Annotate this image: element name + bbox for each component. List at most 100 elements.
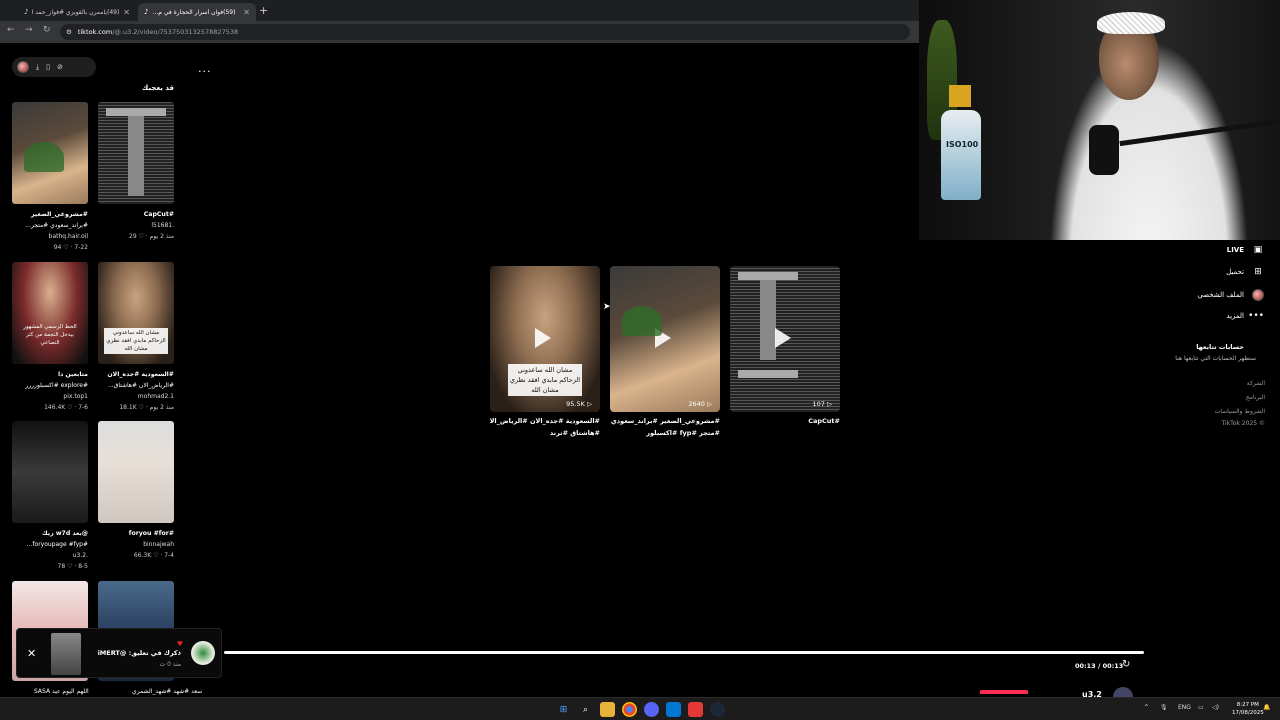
grid-video-item[interactable]: مشان الله ساعدوني الزحاكم مابدي افقد نظر… [98, 262, 174, 413]
protein-tub-shape [941, 110, 981, 200]
grid-video-item[interactable]: @بعد w7d ريك #foryoupage #fyp... u3.2. 7… [12, 421, 88, 572]
video-caption: #CapCut [143, 211, 174, 218]
play-icon[interactable] [775, 328, 791, 348]
download-icon[interactable]: ⤓ [36, 63, 39, 72]
video-caption-line2: #متجر #fyp #اكسبلور [646, 429, 720, 437]
sidebar-item-more[interactable]: ••• المزيد [1226, 311, 1264, 321]
video-username[interactable]: bathq.hair.oil [12, 231, 88, 242]
close-tab-icon[interactable]: ✕ [243, 8, 250, 17]
video-caption-line2: #هاشتاق #ترند [549, 429, 600, 437]
notification-bell-icon[interactable]: 🔔 [1263, 704, 1270, 711]
video-thumbnail[interactable]: الخط الرسمي المشهور بيدخل النجمة من كثر … [12, 262, 88, 364]
video-username[interactable]: l51681. [98, 220, 174, 231]
video-thumbnail[interactable]: 2640 ▷ [610, 266, 720, 412]
grid-video-item[interactable]: #foryou #for binnajwah 66.3K ♡ · 7-4 [98, 421, 174, 561]
end-screen-video-card[interactable]: 107 ▷ #CapCut [730, 266, 840, 427]
sidebar-item-upload[interactable]: ⊞ تحميل [1226, 267, 1264, 277]
network-icon[interactable]: ▭ [1198, 704, 1204, 711]
protein-tub-label: ISO100 [946, 140, 979, 149]
video-caption: #السعودية #جده_الان [107, 371, 174, 378]
end-screen-video-card[interactable]: 2640 ▷ #مشروعي_الصغير #براند_سعودي #متجر… [610, 266, 720, 439]
video-thumbnail[interactable] [98, 421, 174, 523]
browser-tab[interactable]: ♪ (49)ياممرن بالقويزي #فواز_حمد ا... ✕ [18, 3, 136, 21]
video-caption: #مشروعي_الصغير #براند_سعودي [610, 417, 720, 425]
notification-text: ذكرك في تعليق: @iMERT [97, 649, 181, 657]
app-icon[interactable] [688, 702, 703, 717]
video-username[interactable]: u3.2. [12, 550, 88, 561]
browser-nav-bar: ← → ↻ ⚙ tiktok.com/@.u3.2/video/75375031… [0, 21, 920, 43]
live-tv-icon: ▣ [1253, 245, 1263, 255]
url-path: /@.u3.2/video/7537503132578827538 [112, 28, 239, 36]
language-indicator[interactable]: ENG [1178, 704, 1191, 711]
mention-notification-toast[interactable]: ✕ ♥ ذكرك في تعليق: @iMERT منذ 0 ث [16, 628, 222, 678]
browser-tab-active[interactable]: ♪ (59)فوان أسرار الحجارة في م... ✕ [138, 3, 256, 21]
steam-icon[interactable] [710, 702, 725, 717]
profile-avatar [1252, 289, 1264, 301]
following-accounts-title: حسابات تتابعها [1196, 343, 1244, 351]
back-icon[interactable]: ← [7, 25, 15, 35]
footer-link-program[interactable]: البرنامج [1246, 394, 1265, 401]
play-icon[interactable] [535, 328, 551, 348]
notification-thumbnail [51, 633, 81, 675]
windows-start-icon[interactable]: ⊞ [556, 702, 571, 717]
phone-icon[interactable]: ▯ [46, 63, 50, 71]
video-thumbnail[interactable] [98, 102, 174, 204]
follow-button[interactable] [980, 690, 1028, 694]
block-icon[interactable]: ⊘ [57, 63, 63, 71]
video-caption: سعد #شهد #شهد_الشمري [132, 688, 203, 695]
tray-chevron-icon[interactable]: ^ [1144, 704, 1149, 711]
microphone-icon[interactable]: 🎙 [1160, 704, 1168, 711]
video-username[interactable]: pix.top1 [12, 391, 88, 402]
video-meta: 66.3K ♡ · 7-4 [133, 552, 174, 559]
playback-time: 00:13 / 00:13 [1075, 662, 1124, 670]
video-thumbnail[interactable]: 107 ▷ [730, 266, 840, 412]
video-thumbnail[interactable]: مشان الله ساعدوني الزحاكم مابدي افقد نظر… [490, 266, 600, 412]
close-icon[interactable]: ✕ [27, 647, 36, 660]
creator-avatar[interactable] [1113, 687, 1133, 697]
site-info-icon[interactable]: ⚙ [66, 28, 72, 36]
video-caption: اللهم اليوم عيد SASA [34, 688, 89, 695]
video-thumbnail[interactable]: مشان الله ساعدوني الزحاكم مابدي افقد نظر… [98, 262, 174, 364]
replay-icon[interactable]: ↻ [1122, 659, 1130, 670]
grid-video-item[interactable]: #مشروعي_الصغير #براند_سعودي #متجر... bat… [12, 102, 88, 253]
video-thumbnail[interactable] [12, 102, 88, 204]
streamer-cap-shape [1097, 12, 1165, 34]
sidebar-item-live[interactable]: ▣ LIVE [1227, 245, 1264, 255]
following-accounts-subtitle: ستظهر الحسابات التي تتابعها هنا [1175, 355, 1256, 362]
outlook-icon[interactable] [666, 702, 681, 717]
chrome-icon[interactable] [622, 702, 637, 717]
new-tab-button[interactable]: + [259, 4, 268, 17]
more-options-button[interactable]: ... [198, 62, 212, 75]
system-clock[interactable]: 8:27 PM 17/08/2025 [1232, 701, 1264, 717]
view-count: 95.5K ▷ [566, 400, 592, 408]
footer-link-terms[interactable]: الشروط والسياسات [1215, 408, 1265, 415]
creator-avatar[interactable] [17, 61, 29, 73]
video-caption-line2: #براند_سعودي #متجر... [25, 222, 88, 229]
video-meta: 94 ♡ · 7-22 [53, 244, 88, 251]
volume-icon[interactable]: ◁) [1212, 704, 1219, 711]
end-screen-video-card[interactable]: مشان الله ساعدوني الزحاكم مابدي افقد نظر… [490, 266, 600, 439]
you-may-like-title: قد يعجبك [141, 84, 174, 92]
video-caption-line2: #explore #اكسبلورررر [25, 382, 88, 389]
video-username[interactable]: binnajwah [98, 539, 174, 550]
video-progress-bar[interactable] [224, 651, 1144, 654]
video-username[interactable]: mohmad2.1 [98, 391, 174, 402]
grid-video-item[interactable]: #CapCut l51681. 29 ♡ · منذ 2 يوم [98, 102, 174, 242]
play-icon[interactable] [655, 328, 671, 348]
grid-video-item[interactable]: الخط الرسمي المشهور بيدخل النجمة من كثر … [12, 262, 88, 413]
footer-link-company[interactable]: الشركة [1247, 380, 1265, 387]
discord-icon[interactable] [644, 702, 659, 717]
thumbnail-overlay-text: مشان الله ساعدوني الزحاكم مابدي افقد نظر… [508, 364, 582, 396]
url-domain: tiktok.com [77, 28, 113, 36]
close-tab-icon[interactable]: ✕ [123, 8, 130, 17]
video-caption: #foryou #for [128, 530, 174, 537]
heart-icon: ♥ [176, 640, 183, 648]
reload-icon[interactable]: ↻ [43, 25, 51, 35]
address-bar[interactable]: ⚙ tiktok.com/@.u3.2/video/75375031325788… [60, 24, 910, 40]
video-thumbnail[interactable] [12, 421, 88, 523]
file-explorer-icon[interactable] [600, 702, 615, 717]
forward-icon[interactable]: → [25, 25, 33, 35]
search-icon[interactable]: ⌕ [578, 702, 593, 717]
sidebar-item-profile[interactable]: الملف الشخصي [1197, 289, 1264, 301]
mouse-cursor-icon: ➤ [603, 302, 611, 312]
